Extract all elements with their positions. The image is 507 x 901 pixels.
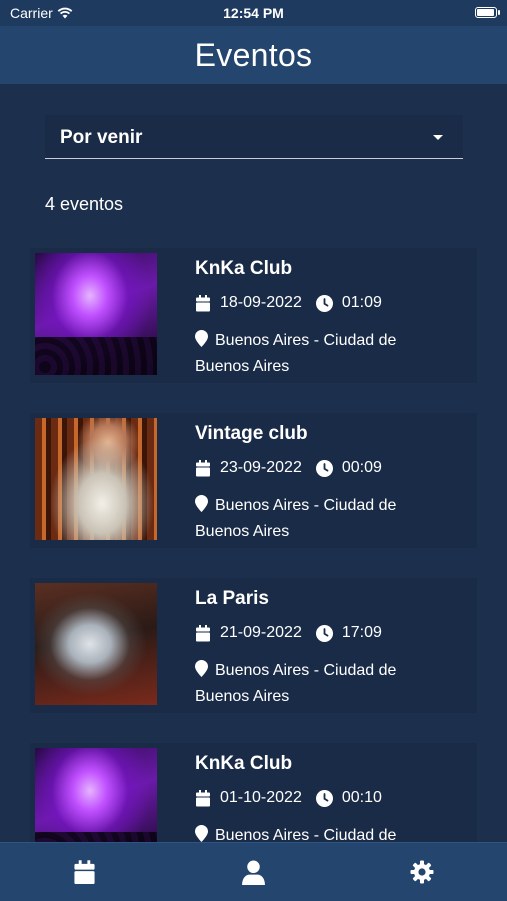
event-date: 01-10-2022 (220, 789, 302, 806)
tab-events[interactable] (73, 860, 96, 890)
event-image (35, 583, 157, 705)
calendar-icon (196, 294, 210, 311)
battery-icon (475, 7, 500, 18)
event-name: Vintage club (195, 423, 308, 444)
calendar-icon (196, 624, 210, 641)
page-title: Eventos (194, 36, 313, 73)
filter-selected-value: Por venir (60, 127, 143, 148)
event-date: 23-09-2022 (220, 459, 302, 476)
location-pin-icon (195, 660, 208, 677)
clock-icon (315, 789, 333, 807)
event-date: 21-09-2022 (220, 624, 302, 641)
event-date: 18-09-2022 (220, 294, 302, 311)
chevron-down-icon (433, 135, 443, 140)
events-count: 4 eventos (45, 194, 124, 214)
location-pin-icon (195, 495, 208, 512)
calendar-icon (196, 459, 210, 476)
app-header: Eventos (0, 26, 507, 84)
user-icon (242, 860, 265, 885)
event-image (35, 253, 157, 375)
event-card[interactable]: KnKa Club 18-09-2022 01:09 Buenos Aires … (30, 248, 477, 383)
location-pin-icon (195, 825, 208, 842)
status-time: 12:54 PM (223, 5, 284, 21)
tab-profile[interactable] (242, 860, 265, 890)
event-time: 17:09 (341, 624, 382, 641)
event-card[interactable]: La Paris 21-09-2022 17:09 Buenos Aires -… (30, 578, 477, 713)
calendar-icon (196, 789, 210, 806)
calendar-icon (74, 860, 95, 884)
tab-settings[interactable] (410, 860, 434, 889)
event-location: Buenos Aires - Ciudad de Buenos Aires (195, 662, 397, 705)
event-name: La Paris (195, 588, 269, 609)
location-pin-icon (195, 330, 208, 347)
event-image (35, 418, 157, 540)
event-time: 00:09 (341, 459, 382, 476)
event-name: KnKa Club (195, 258, 293, 279)
event-time: 00:10 (341, 789, 382, 806)
tab-bar (0, 842, 507, 901)
event-location: Buenos Aires - Ciudad de Buenos Aires (195, 332, 397, 375)
event-filter-select[interactable]: Por venir (45, 115, 463, 159)
event-location: Buenos Aires - Ciudad de Buenos Aires (195, 497, 397, 540)
clock-icon (315, 459, 333, 477)
status-bar: Carrier 12:54 PM (0, 0, 507, 26)
event-card[interactable]: Vintage club 23-09-2022 00:09 Buenos Air… (30, 413, 477, 548)
event-time: 01:09 (341, 294, 382, 311)
clock-icon (315, 624, 333, 642)
gear-icon (410, 860, 434, 884)
clock-icon (315, 294, 333, 312)
event-name: KnKa Club (195, 753, 293, 774)
